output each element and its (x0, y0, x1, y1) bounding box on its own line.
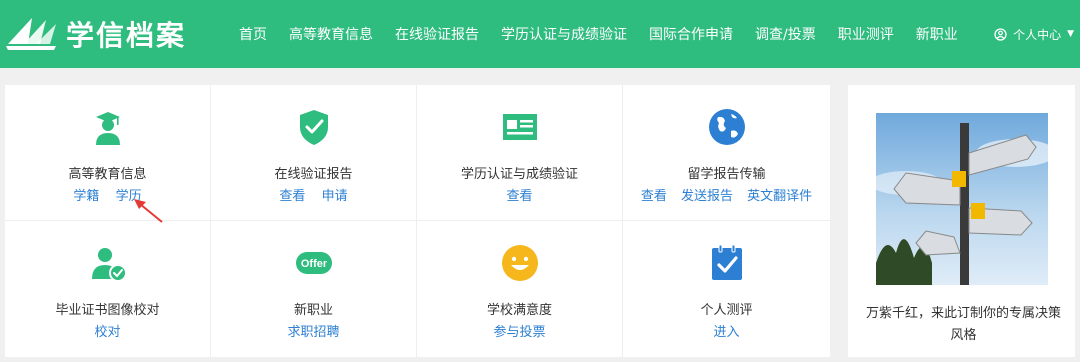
logo-text: 学信档案 (66, 19, 187, 52)
card-title: 学历认证与成绩验证 (460, 167, 578, 182)
nav-new-career[interactable]: 新职业 (905, 24, 969, 44)
clipboard-check-icon (711, 244, 742, 280)
link-vote[interactable]: 参与投票 (493, 325, 545, 340)
logo[interactable]: 学信档案 (6, 14, 186, 54)
card-higher-education: 高等教育信息 学籍 学历 (5, 85, 211, 221)
smiley-icon (501, 245, 538, 281)
promo-text: 万紫千红，来此订制你的专属决策风格 (865, 306, 1061, 343)
link-english-translation[interactable]: 英文翻译件 (747, 189, 812, 204)
link-job-recruitment[interactable]: 求职招聘 (287, 325, 339, 340)
nav-career-assessment[interactable]: 职业测评 (827, 24, 905, 44)
link-apply-report[interactable]: 申请 (322, 189, 348, 204)
card-title: 新职业 (293, 303, 333, 318)
card-personal-assessment: 个人测评 进入 (623, 221, 830, 357)
card-title: 学校满意度 (486, 303, 552, 318)
card-diploma-image-check: 毕业证书图像校对 校对 (5, 221, 211, 357)
main-nav: 首页 高等教育信息 在线验证报告 学历认证与成绩验证 国际合作申请 调查/投票 … (228, 0, 969, 68)
promo-card[interactable]: 万紫千红，来此订制你的专属决策风格 (848, 85, 1075, 357)
card-study-abroad-report: 留学报告传输 查看 发送报告 英文翻译件 (623, 85, 830, 221)
card-title: 在线验证报告 (274, 167, 353, 182)
globe-icon (708, 109, 745, 145)
card-new-career: Offer 新职业 求职招聘 (211, 221, 417, 357)
link-enter-assessment[interactable]: 进入 (713, 325, 739, 340)
user-center-label: 个人中心 (1013, 27, 1062, 42)
nav-home[interactable]: 首页 (228, 24, 278, 44)
nav-higher-education[interactable]: 高等教育信息 (278, 24, 384, 44)
service-grid: 高等教育信息 学籍 学历 在线验证报告 查看 申请 学历认证与成绩验证 查看 留… (5, 85, 830, 357)
user-circle-icon (994, 27, 1007, 41)
top-header: 学信档案 首页 高等教育信息 在线验证报告 学历认证与成绩验证 国际合作申请 调… (0, 0, 1080, 68)
shield-check-icon (299, 110, 328, 145)
card-school-satisfaction: 学校满意度 参与投票 (417, 221, 623, 357)
card-title: 留学报告传输 (687, 167, 766, 182)
offer-badge-text: Offer (300, 258, 327, 270)
graduate-icon (95, 112, 120, 145)
user-check-icon (91, 248, 127, 282)
link-view-certification[interactable]: 查看 (506, 189, 532, 204)
link-send-report[interactable]: 发送报告 (681, 189, 733, 204)
id-card-icon (502, 114, 537, 140)
logo-icon (6, 18, 56, 50)
card-degree-certification: 学历认证与成绩验证 查看 (417, 85, 623, 221)
link-proofread[interactable]: 校对 (94, 325, 120, 340)
card-title: 高等教育信息 (68, 167, 147, 182)
link-student-status[interactable]: 学籍 (73, 189, 99, 204)
card-online-verification: 在线验证报告 查看 申请 (211, 85, 417, 221)
chevron-down-icon: ▼ (1067, 29, 1074, 39)
signpost-image (876, 113, 1048, 285)
card-title: 个人测评 (700, 303, 753, 318)
nav-international-cooperation[interactable]: 国际合作申请 (638, 24, 744, 44)
user-center-menu[interactable]: 个人中心 ▼ (994, 0, 1074, 68)
offer-icon: Offer (295, 252, 332, 274)
annotation-arrow-icon (134, 199, 163, 223)
nav-online-verification[interactable]: 在线验证报告 (384, 24, 490, 44)
card-title: 毕业证书图像校对 (55, 303, 160, 318)
link-view-transfer[interactable]: 查看 (641, 189, 667, 204)
nav-degree-certification[interactable]: 学历认证与成绩验证 (490, 24, 638, 44)
link-view-report[interactable]: 查看 (279, 189, 305, 204)
nav-survey-vote[interactable]: 调查/投票 (744, 24, 827, 44)
